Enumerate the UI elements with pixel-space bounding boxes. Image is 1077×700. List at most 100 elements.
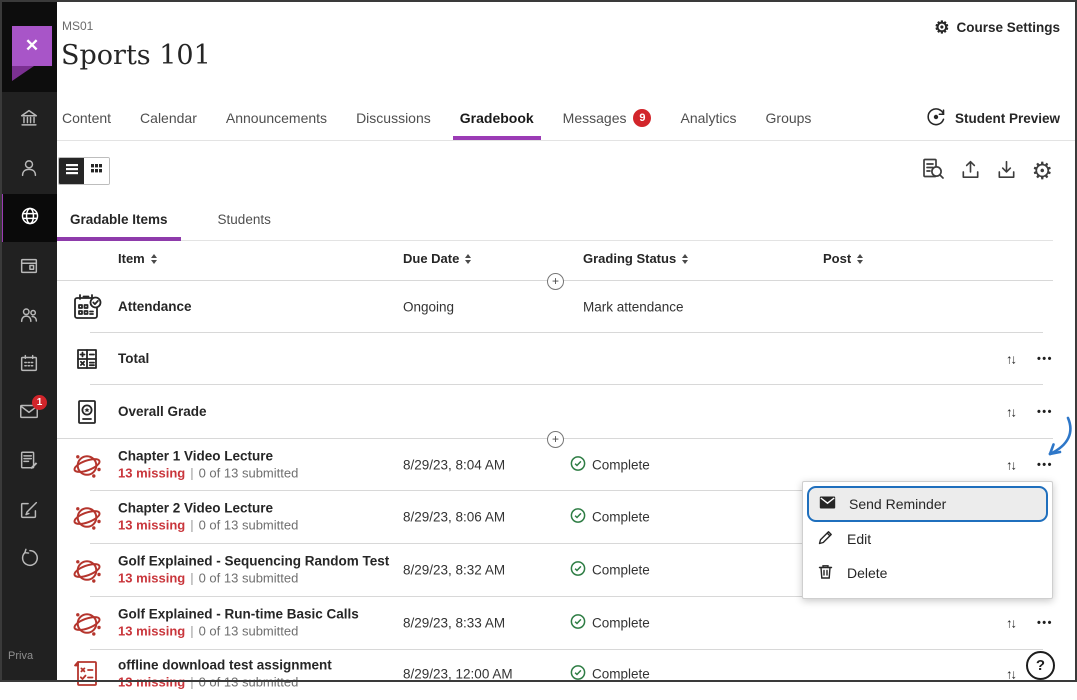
sort-order-button[interactable]: ↑↓ <box>1006 458 1015 473</box>
table-row[interactable]: Golf Explained - Run-time Basic Calls 13… <box>57 597 1053 649</box>
due-date: Ongoing <box>403 299 454 314</box>
item-name[interactable]: offline download test assignment <box>118 658 332 674</box>
missing-count[interactable]: 13 missing <box>118 624 185 639</box>
calendar-icon <box>18 352 40 379</box>
item-name[interactable]: Golf Explained - Sequencing Random Test <box>118 554 389 570</box>
list-view-button[interactable] <box>59 158 84 184</box>
gear-icon: ⚙ <box>1031 160 1053 184</box>
sidebar-item-signout[interactable] <box>0 536 57 584</box>
tab-calendar[interactable]: Calendar <box>140 96 197 140</box>
close-course-button[interactable]: ✕ <box>12 26 52 66</box>
sidebar-item-tools[interactable] <box>0 488 57 536</box>
sidebar-item-calendar[interactable] <box>0 341 57 389</box>
attendance-icon <box>70 290 104 324</box>
submitted-count: 0 of 13 submitted <box>199 466 299 481</box>
sidebar-item-messages[interactable]: 1 <box>0 389 57 437</box>
sort-carets-icon <box>465 254 471 264</box>
check-circle-icon <box>570 665 586 684</box>
privacy-link[interactable]: Priva <box>8 650 33 662</box>
due-date: 8/29/23, 12:00 AM <box>403 667 513 682</box>
trash-icon <box>817 563 834 583</box>
missing-count[interactable]: 13 missing <box>118 675 185 690</box>
sidebar-item-institution[interactable] <box>0 96 57 144</box>
missing-count[interactable]: 13 missing <box>118 466 185 481</box>
row-menu-button[interactable]: ••• <box>1037 617 1053 629</box>
menu-item-delete[interactable]: Delete <box>807 556 1048 590</box>
sort-order-button[interactable]: ↑↓ <box>1006 351 1015 366</box>
compose-icon <box>18 499 40 526</box>
student-preview-button[interactable]: Student Preview <box>925 96 1060 140</box>
upload-icon <box>959 158 982 186</box>
sort-carets-icon <box>151 254 157 264</box>
tab-analytics[interactable]: Analytics <box>680 96 736 140</box>
due-date: 8/29/23, 8:32 AM <box>403 563 505 578</box>
column-header-due-date[interactable]: Due Date <box>403 251 471 266</box>
grading-status[interactable]: Complete <box>570 561 650 580</box>
gradebook-settings-button[interactable]: ⚙ <box>1031 160 1053 184</box>
add-item-button[interactable]: + <box>547 431 564 448</box>
item-name[interactable]: Chapter 1 Video Lecture <box>118 449 298 465</box>
grading-status[interactable]: Mark attendance <box>583 299 684 314</box>
sidebar-item-courses[interactable] <box>0 244 57 292</box>
grading-status[interactable]: Complete <box>570 665 650 684</box>
annotation-arrow-icon <box>1038 415 1076 468</box>
tab-discussions[interactable]: Discussions <box>356 96 431 140</box>
add-item-button[interactable]: + <box>547 273 564 290</box>
sidebar-item-organizations[interactable] <box>0 293 57 341</box>
grading-status[interactable]: Complete <box>570 614 650 633</box>
calculator-icon <box>70 342 104 376</box>
tab-gradable-items[interactable]: Gradable Items <box>57 198 181 240</box>
sort-order-button[interactable]: ↑↓ <box>1006 404 1015 419</box>
help-button[interactable]: ? <box>1026 651 1055 680</box>
menu-item-edit[interactable]: Edit <box>807 522 1048 556</box>
tab-messages[interactable]: Messages 9 <box>563 96 652 140</box>
submitted-count: 0 of 13 submitted <box>199 675 299 690</box>
plus-icon: + <box>552 432 559 446</box>
missing-count[interactable]: 13 missing <box>118 518 185 533</box>
item-name[interactable]: Chapter 2 Video Lecture <box>118 501 298 517</box>
column-header-post[interactable]: Post <box>823 251 863 266</box>
tab-groups[interactable]: Groups <box>766 96 812 140</box>
item-name[interactable]: Total <box>118 351 149 367</box>
table-row[interactable]: Total ↑↓ ••• <box>57 333 1053 384</box>
sort-order-button[interactable]: ↑↓ <box>1006 616 1015 631</box>
course-settings-label: Course Settings <box>956 20 1060 35</box>
tab-students[interactable]: Students <box>205 198 284 240</box>
tab-content[interactable]: Content <box>62 96 111 140</box>
sidebar-item-activity[interactable] <box>0 194 57 242</box>
table-row[interactable]: offline download test assignment 13 miss… <box>57 648 1053 700</box>
search-document-icon <box>920 156 946 187</box>
search-gradebook-button[interactable] <box>920 156 946 187</box>
item-name[interactable]: Golf Explained - Run-time Basic Calls <box>118 607 359 623</box>
item-name[interactable]: Attendance <box>118 299 192 315</box>
column-header-item[interactable]: Item <box>118 251 157 266</box>
item-name[interactable]: Overall Grade <box>118 404 207 420</box>
column-header-grading-status[interactable]: Grading Status <box>583 251 688 266</box>
course-id: MS01 <box>62 19 93 33</box>
grid-view-button[interactable] <box>84 158 109 184</box>
sidebar-item-grades[interactable] <box>0 438 57 486</box>
sort-order-button[interactable]: ↑↓ <box>1006 667 1015 682</box>
tab-announcements[interactable]: Announcements <box>226 96 327 140</box>
tab-gradebook[interactable]: Gradebook <box>460 96 534 140</box>
view-toggle <box>58 157 110 185</box>
grading-status[interactable]: Complete <box>570 508 650 527</box>
download-button[interactable] <box>995 158 1018 186</box>
course-settings-button[interactable]: ⚙ Course Settings <box>934 19 1060 36</box>
base-nav-sidebar: 1 Priva <box>0 0 57 682</box>
missing-count[interactable]: 13 missing <box>118 571 185 586</box>
people-icon <box>18 304 40 331</box>
menu-item-send-reminder[interactable]: Send Reminder <box>807 486 1048 522</box>
overall-grade-icon <box>70 395 104 429</box>
plus-icon: + <box>552 274 559 288</box>
download-icon <box>995 158 1018 186</box>
upload-button[interactable] <box>959 158 982 186</box>
check-circle-icon <box>570 456 586 475</box>
due-date: 8/29/23, 8:06 AM <box>403 510 505 525</box>
sidebar-item-profile[interactable] <box>0 146 57 194</box>
close-icon: ✕ <box>25 36 39 56</box>
row-menu-button[interactable]: ••• <box>1037 353 1053 365</box>
student-preview-label: Student Preview <box>955 111 1060 126</box>
grading-status[interactable]: Complete <box>570 456 650 475</box>
course-nav: Content Calendar Announcements Discussio… <box>57 96 1077 141</box>
